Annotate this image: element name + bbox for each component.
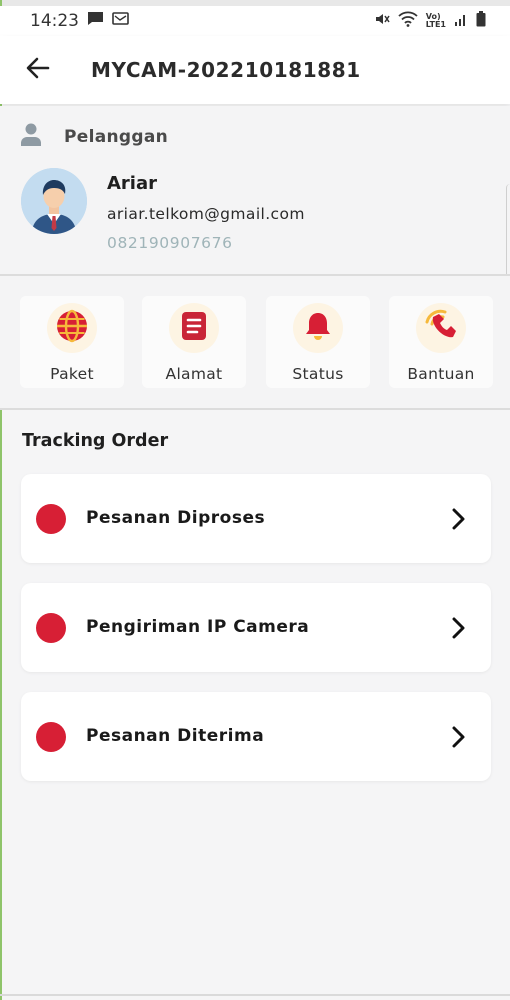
tracking-step-label: Pesanan Diterima	[86, 726, 265, 746]
tracking-step-diterima[interactable]: Pesanan Diterima	[21, 692, 491, 781]
mute-icon	[374, 11, 390, 32]
status-dot	[36, 722, 66, 752]
status-bar-right: Vo) LTE1	[374, 10, 486, 32]
page-title: MYCAM-202210181881	[91, 58, 361, 82]
wifi-icon	[398, 11, 418, 32]
tracking-step-diproses[interactable]: Pesanan Diproses	[21, 474, 491, 563]
message-icon	[87, 11, 104, 31]
tracking-step-label: Pengiriman IP Camera	[86, 617, 310, 637]
person-icon	[20, 122, 42, 151]
volte-text-bottom: LTE1	[425, 20, 446, 29]
globe-icon	[55, 309, 89, 348]
menu-row: Paket Alamat Status Bantuan	[0, 276, 510, 408]
avatar	[21, 168, 87, 234]
menu-label-bantuan: Bantuan	[407, 365, 475, 383]
bell-icon	[304, 311, 332, 346]
status-dot	[36, 504, 66, 534]
battery-icon	[476, 10, 486, 32]
app-bar: MYCAM-202210181881	[0, 36, 510, 104]
document-icon	[180, 311, 208, 346]
status-bar: 14:23 Vo) LTE1	[0, 6, 510, 36]
menu-icon-bg	[47, 303, 97, 353]
menu-item-alamat[interactable]: Alamat	[142, 296, 246, 388]
customer-email: ariar.telkom@gmail.com	[107, 205, 305, 223]
menu-icon-bg	[169, 303, 219, 353]
customer-phone: 082190907676	[107, 234, 233, 252]
menu-item-paket[interactable]: Paket	[20, 296, 124, 388]
signal-icon	[454, 11, 468, 31]
customer-section: Pelanggan Ariar ariar.telkom@gmail.com 0…	[0, 106, 510, 274]
customer-header: Pelanggan	[20, 122, 168, 151]
menu-icon-bg	[293, 303, 343, 353]
menu-item-status[interactable]: Status	[266, 296, 370, 388]
back-button[interactable]	[20, 52, 56, 88]
status-bar-left: 14:23	[30, 11, 129, 31]
customer-name: Ariar	[107, 173, 158, 194]
menu-label-paket: Paket	[50, 365, 94, 383]
chevron-right-icon	[449, 725, 467, 749]
chevron-right-icon	[449, 507, 467, 531]
tracking-step-pengiriman[interactable]: Pengiriman IP Camera	[21, 583, 491, 672]
notification-icon	[112, 11, 129, 31]
status-dot	[36, 613, 66, 643]
menu-icon-bg	[416, 303, 466, 353]
menu-label-status: Status	[292, 365, 344, 383]
volte-icon: Vo) LTE1	[426, 13, 446, 29]
bottom-edge	[0, 994, 510, 996]
tracking-title: Tracking Order	[22, 431, 169, 451]
tracking-step-label: Pesanan Diproses	[86, 508, 266, 528]
customer-section-label: Pelanggan	[64, 126, 169, 147]
status-time: 14:23	[30, 11, 79, 31]
menu-label-alamat: Alamat	[165, 365, 223, 383]
phone-call-icon	[423, 308, 459, 349]
arrow-left-icon	[26, 57, 50, 84]
chevron-right-icon	[449, 616, 467, 640]
divider-bottom	[0, 408, 510, 410]
menu-item-bantuan[interactable]: Bantuan	[389, 296, 493, 388]
